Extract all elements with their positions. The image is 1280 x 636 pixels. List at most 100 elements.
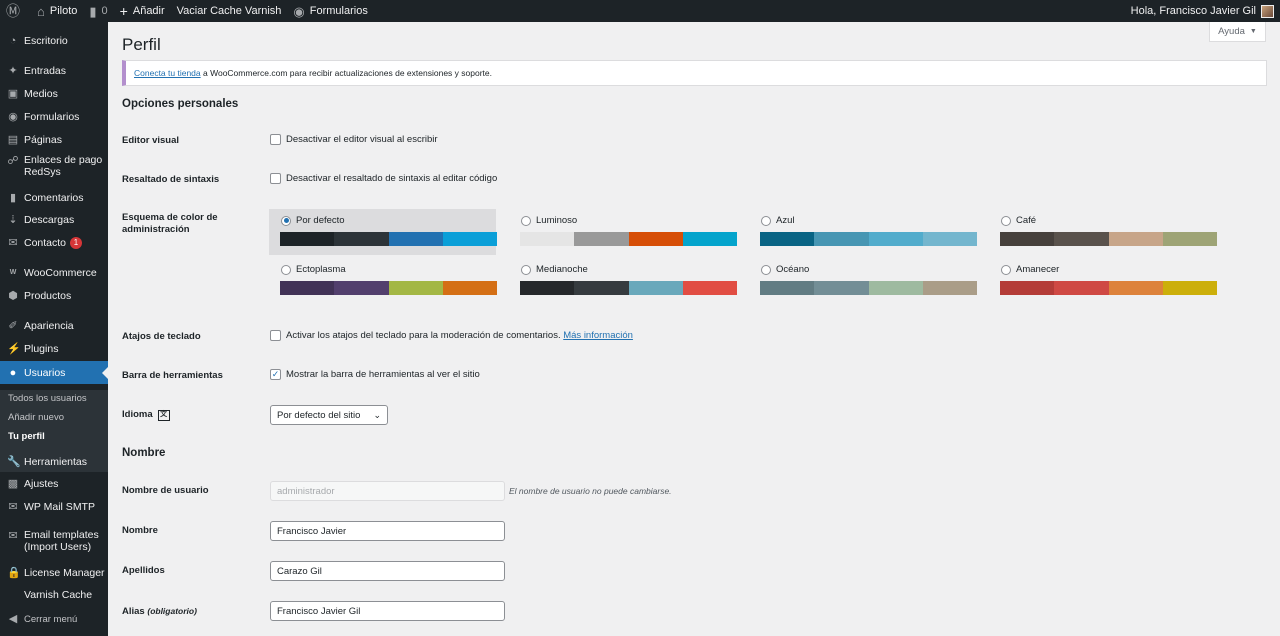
- woocommerce-notice: Conecta tu tienda a WooCommerce.com para…: [122, 60, 1267, 86]
- color-scheme-option[interactable]: Medianoche: [509, 258, 737, 304]
- swatch: [388, 232, 443, 246]
- menu-item-email-templates[interactable]: ✉ Email templates (Import Users): [0, 529, 108, 559]
- purge-varnish-link[interactable]: Vaciar Cache Varnish: [171, 0, 288, 22]
- email-templates-icon: ✉: [8, 530, 18, 542]
- menu-item-entradas[interactable]: ✦ Entradas: [0, 62, 108, 80]
- my-account-link[interactable]: Hola, Francisco Javier Gil: [1125, 0, 1280, 22]
- comment-bubble-icon: ▮: [89, 3, 97, 19]
- media-icon: ▣: [7, 88, 19, 100]
- menu-item-enlaces-redsys[interactable]: ☍ Enlaces de pago RedSys: [0, 154, 108, 184]
- swatch: [574, 281, 629, 295]
- swatch: [574, 232, 629, 246]
- menu-item-formularios[interactable]: ◉ Formularios: [0, 108, 108, 126]
- keyboard-shortcuts-checkbox[interactable]: [270, 330, 281, 341]
- swatch: [388, 281, 443, 295]
- color-scheme-option[interactable]: Ectoplasma: [269, 258, 497, 304]
- greeting: Hola, Francisco Javier Gil: [1130, 5, 1256, 17]
- menu-item-contacto[interactable]: ✉ Contacto 1: [0, 234, 108, 252]
- scheme-swatches: [520, 232, 737, 246]
- link-icon: ☍: [7, 155, 19, 167]
- color-scheme-option[interactable]: Azul: [749, 209, 977, 255]
- username-input: administrador: [270, 481, 505, 501]
- menu-item-varnish-cache[interactable]: Varnish Cache: [0, 586, 108, 604]
- pin-icon: ✦: [8, 65, 18, 77]
- plus-icon: +: [119, 3, 128, 19]
- submenu-add-new[interactable]: Añadir nuevo: [8, 412, 64, 423]
- visual-editor-label: Editor visual: [122, 135, 180, 146]
- submenu-all-users[interactable]: Todos los usuarios: [8, 393, 87, 404]
- menu-item-license-manager[interactable]: 🔒 License Manager: [0, 564, 108, 582]
- site-name-link[interactable]: ⌂ Piloto: [31, 0, 83, 22]
- submenu-your-profile[interactable]: Tu perfil: [8, 431, 45, 442]
- menu-item-apariencia[interactable]: ✐ Apariencia: [0, 317, 108, 335]
- collapse-menu-button[interactable]: ◀ Cerrar menú: [0, 610, 108, 628]
- color-scheme-option[interactable]: Por defecto: [269, 209, 497, 255]
- menu-label: Escritorio: [24, 35, 68, 47]
- syntax-highlight-checkbox[interactable]: [270, 173, 281, 184]
- radio-dot: [283, 218, 289, 223]
- menu-label: Contacto: [24, 237, 67, 249]
- menu-item-woocommerce[interactable]: W WooCommerce: [0, 264, 108, 282]
- mail-icon: ✉: [8, 237, 18, 249]
- language-select[interactable]: Por defecto del sitio ⌄: [270, 405, 388, 425]
- connect-store-link[interactable]: Conecta tu tienda: [134, 68, 201, 78]
- menu-label: Comentarios: [24, 192, 84, 204]
- menu-item-ajustes[interactable]: ▩ Ajustes: [0, 475, 108, 493]
- menu-item-descargas[interactable]: ⇣ Descargas: [0, 211, 108, 229]
- menu-item-herramientas[interactable]: 🔧 Herramientas: [0, 453, 108, 471]
- chevron-down-icon: ⌄: [373, 409, 381, 420]
- radio-button[interactable]: [281, 264, 291, 275]
- nickname-input[interactable]: Francisco Javier Gil: [270, 601, 505, 621]
- menu-item-comentarios[interactable]: ▮ Comentarios: [0, 189, 108, 207]
- radio-button[interactable]: [761, 264, 771, 275]
- scheme-swatches: [280, 232, 497, 246]
- new-content-link[interactable]: + Añadir: [114, 0, 171, 22]
- menu-item-plugins[interactable]: ⚡ Plugins: [0, 340, 108, 358]
- swatch: [868, 232, 923, 246]
- radio-button[interactable]: [521, 264, 531, 275]
- color-scheme-option[interactable]: Luminoso: [509, 209, 737, 255]
- blank-icon: [7, 589, 19, 601]
- new-content-label: Añadir: [132, 5, 165, 17]
- visual-editor-checkbox[interactable]: [270, 134, 281, 145]
- menu-item-productos[interactable]: ⬢ Productos: [0, 287, 108, 305]
- menu-item-escritorio[interactable]: ◔ Escritorio: [0, 32, 108, 50]
- help-tab-button[interactable]: Ayuda ▼: [1209, 22, 1266, 42]
- swatch: [1162, 281, 1217, 295]
- comments-count: 0: [101, 5, 108, 17]
- menu-label: Enlaces de pago RedSys: [24, 154, 103, 178]
- lock-icon: 🔒: [7, 567, 21, 579]
- menu-item-medios[interactable]: ▣ Medios: [0, 85, 108, 103]
- menu-label: Varnish Cache: [24, 589, 93, 601]
- more-info-link[interactable]: Más información: [563, 330, 633, 341]
- first-name-input[interactable]: Francisco Javier: [270, 521, 505, 541]
- forms-label: Formularios: [309, 5, 368, 17]
- smtp-icon: ✉: [8, 501, 18, 513]
- comments-link[interactable]: ▮ 0: [83, 0, 113, 22]
- radio-button[interactable]: [521, 215, 531, 226]
- radio-button[interactable]: [761, 215, 771, 226]
- color-scheme-option[interactable]: Café: [989, 209, 1217, 255]
- radio-button[interactable]: [1001, 264, 1011, 275]
- menu-item-usuarios[interactable]: ● Usuarios: [0, 361, 108, 384]
- swatch: [520, 281, 575, 295]
- scheme-swatches: [760, 281, 977, 295]
- forms-link[interactable]: ◉ Formularios: [287, 0, 373, 22]
- swatch: [922, 232, 977, 246]
- radio-button[interactable]: [1001, 215, 1011, 226]
- swatch: [760, 232, 815, 246]
- toolbar-checkbox[interactable]: ✓: [270, 369, 281, 380]
- brush-icon: ✐: [8, 320, 18, 332]
- last-name-input[interactable]: Carazo Gil: [270, 561, 505, 581]
- menu-item-wp-mail-smtp[interactable]: ✉ WP Mail SMTP: [0, 498, 108, 516]
- name-heading: Nombre: [122, 447, 166, 459]
- scheme-label: Medianoche: [521, 264, 588, 275]
- radio-button[interactable]: [281, 215, 291, 226]
- color-scheme-option[interactable]: Océano: [749, 258, 977, 304]
- swatch: [280, 281, 335, 295]
- scheme-label: Océano: [761, 264, 809, 275]
- wordpress-logo-button[interactable]: Ⓜ: [0, 0, 31, 22]
- menu-item-paginas[interactable]: ▤ Páginas: [0, 131, 108, 149]
- color-scheme-option[interactable]: Amanecer: [989, 258, 1217, 304]
- swatch: [520, 232, 575, 246]
